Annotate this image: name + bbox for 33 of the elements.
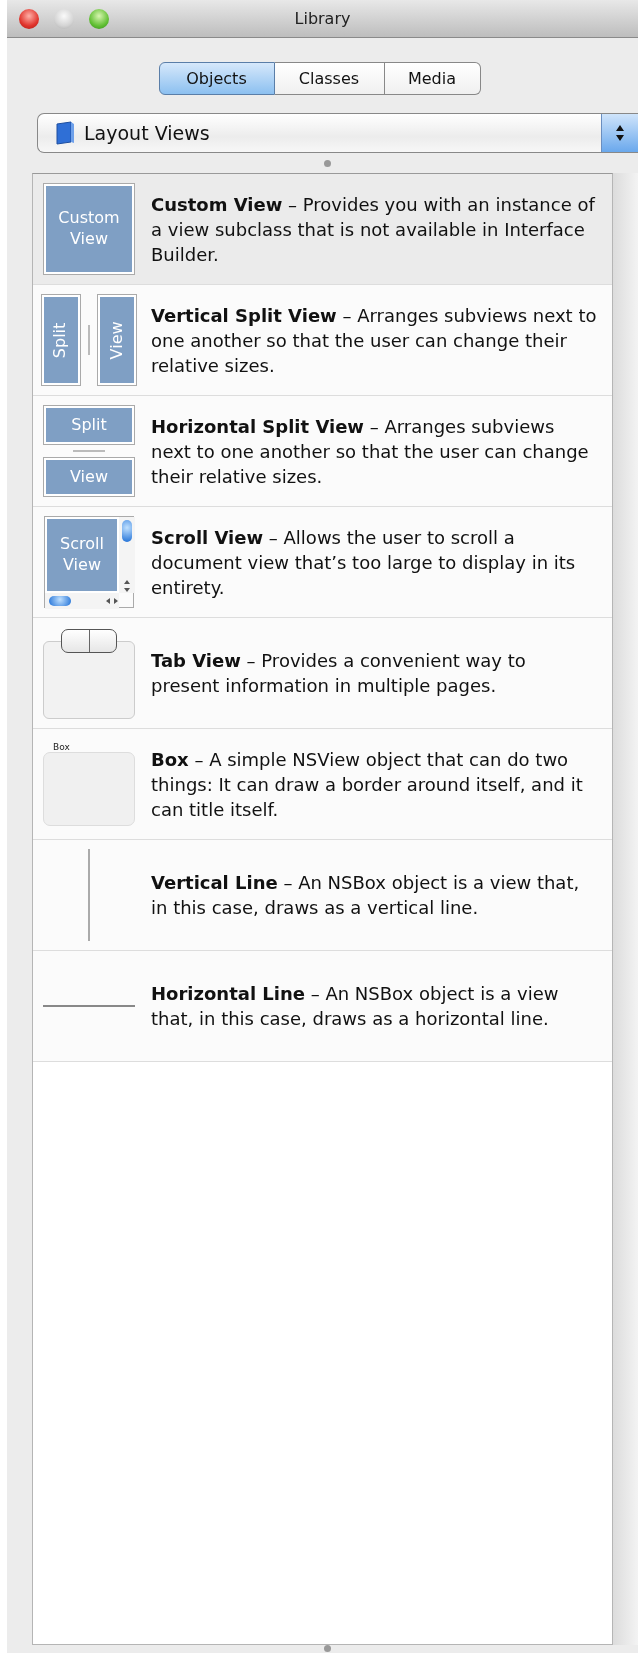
split-view-thumbnail: Split View — [42, 295, 136, 385]
minimize-button[interactable] — [54, 9, 74, 29]
library-item[interactable]: Vertical Line – An NSBox object is a view that, in this case, draws as a vertical line. — [33, 840, 612, 951]
item-description: Horizontal Line – An NSBox object is a view that, in this case, draws as a horizontal line. — [151, 982, 560, 1031]
box-thumbnail: Box — [43, 742, 135, 826]
close-button[interactable] — [19, 9, 39, 29]
item-description: Tab View – Provides a convenient way to present information in multiple pages. — [151, 649, 527, 698]
window-title: Library — [294, 9, 351, 28]
item-description: Custom View – Provides you with an instance of a view subclass that is not available in Interface Builder. — [151, 192, 597, 267]
item-description: Scroll View – Allows the user to scroll a document view that’s too large to display in its entirety. — [151, 525, 577, 600]
segment-tab[interactable]: Classes — [274, 62, 385, 95]
book-icon — [54, 121, 76, 145]
stepper-arrows-icon — [601, 114, 638, 152]
segment-tab[interactable]: Media — [384, 62, 481, 95]
library-item[interactable]: Horizontal Line – An NSBox object is a view that, in this case, draws as a horizontal line. — [33, 951, 612, 1062]
scroll-view-thumbnail: Scroll View — [44, 516, 134, 608]
resize-handle[interactable] — [324, 1645, 331, 1652]
resize-handle[interactable] — [324, 159, 331, 167]
category-popup[interactable]: Layout Views — [37, 113, 638, 153]
view-thumbnail: Custom View — [44, 184, 134, 274]
library-item[interactable]: Split View Horizontal Split View – Arranges subviews next to one another so that the user can change their relative sizes. — [33, 396, 612, 507]
library-item[interactable]: Scroll View Scroll View – Allows the user to scroll a document view that’s too large to display in its entirety. — [33, 507, 612, 618]
library-item[interactable]: Custom View Custom View – Provides you with an instance of a view subclass that is not available in Interface Builder. — [33, 174, 612, 285]
item-description: Horizontal Split View – Arranges subviews next to one another so that the user can change their relative sizes. — [151, 414, 590, 489]
library-item[interactable]: Split View Vertical Split View – Arranges subviews next to one another so that the user can change their relative sizes. — [33, 285, 612, 396]
item-description: Vertical Split View – Arranges subviews next to one another so that the user can change their relative sizes. — [151, 303, 598, 378]
library-item[interactable]: Box Box – A simple NSView object that can do two things: It can draw a border around itself, and it can title itself. — [33, 729, 612, 840]
split-view-thumbnail: Split View — [44, 406, 134, 496]
item-description: Box – A simple NSView object that can do two things: It can draw a border around itself, and it can title itself. — [151, 747, 584, 822]
zoom-button[interactable] — [89, 9, 109, 29]
segment-tab[interactable]: Objects — [158, 62, 275, 95]
library-item[interactable]: Tab View – Provides a convenient way to present information in multiple pages. — [33, 618, 612, 729]
item-description: Vertical Line – An NSBox object is a view that, in this case, draws as a vertical line. — [151, 871, 581, 920]
